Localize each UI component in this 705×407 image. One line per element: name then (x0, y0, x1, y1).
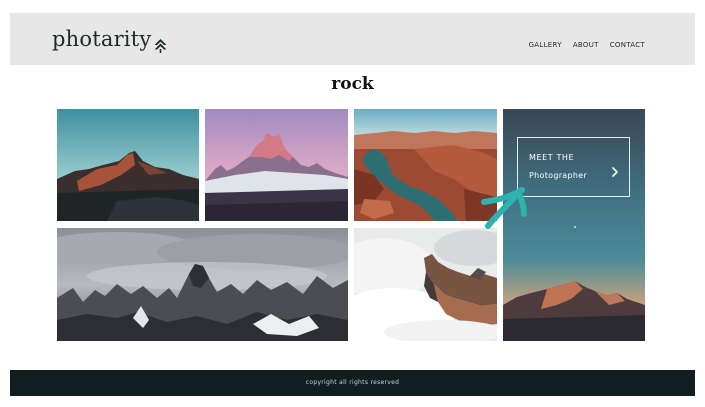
page-title: rock (331, 74, 374, 94)
site-header: photarity GALLERY ABOUT CONTACT (10, 13, 695, 65)
chevron-right-icon (611, 162, 619, 177)
nav-contact-link[interactable]: CONTACT (610, 41, 645, 49)
footer-copyright: copyright all rights reserved (305, 379, 400, 386)
pink-sky-mountains-photo[interactable] (205, 109, 348, 221)
main-nav: GALLERY ABOUT CONTACT (529, 41, 645, 49)
river-canyon-aerial-photo[interactable] (354, 109, 497, 221)
meet-photographer-button[interactable]: MEET THE Photographer (517, 137, 630, 197)
cloud-rock-ridge-photo[interactable] (354, 228, 497, 341)
meet-line1: MEET THE (529, 153, 575, 162)
site-footer: copyright all rights reserved (10, 370, 695, 396)
nav-gallery-link[interactable]: GALLERY (529, 41, 562, 49)
mountain-peak-sunset-photo[interactable] (57, 109, 199, 221)
pine-tree-icon (154, 34, 167, 53)
logo-text: photarity (52, 27, 152, 51)
storm-cloud-peaks-photo[interactable] (57, 228, 348, 341)
meet-line2: Photographer (529, 171, 588, 180)
logo[interactable]: photarity (52, 27, 167, 53)
nav-about-link[interactable]: ABOUT (573, 41, 599, 49)
